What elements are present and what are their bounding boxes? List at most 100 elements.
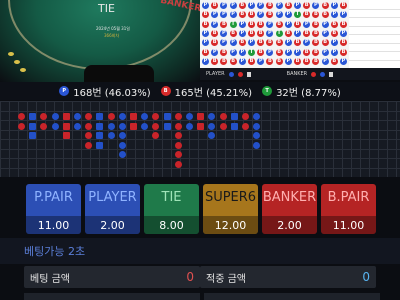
- amount-row: 베팅 금액 0 적중 금액 0: [0, 265, 400, 300]
- grid-line: [0, 110, 400, 112]
- banker-bead: [242, 122, 249, 130]
- stat-player-text: 168번 (46.03%): [73, 87, 151, 99]
- road-cell: P: [312, 2, 320, 9]
- road-cell: B: [238, 2, 246, 9]
- legend-player-dot-icon: [320, 71, 326, 77]
- road-cell: P: [284, 48, 292, 56]
- live-table-view: TIE BANKER 2024년 05월 31일 366회차: [0, 0, 200, 82]
- banker-bead: [85, 141, 93, 149]
- legend-line-icon: [329, 71, 334, 77]
- result-stats-bar: P 168번 (46.03%) B 165번 (45.21%) T 32번 (8…: [0, 82, 400, 100]
- bet-odds: 2.00: [85, 216, 140, 234]
- legend-banker-dot-icon: [237, 71, 243, 77]
- road-cell: B: [330, 20, 338, 28]
- banker-bead: [174, 113, 182, 120]
- road-cell: P: [294, 48, 301, 56]
- hit-amount-field: 적중 금액 0: [200, 266, 376, 288]
- banker-bead: [152, 132, 160, 139]
- road-cell: B: [330, 57, 338, 65]
- hit-amount-value: 0: [362, 270, 370, 284]
- road-cell: P: [257, 57, 265, 65]
- bet-label: BANKER: [262, 190, 317, 205]
- banker-bead: [85, 113, 93, 120]
- banker-bead: [85, 122, 93, 130]
- bet-b-pair-button[interactable]: B.PAIR 11.00: [321, 184, 376, 234]
- player-bead: [74, 113, 81, 120]
- road-cell: P: [211, 11, 219, 19]
- road-cell: B: [211, 29, 219, 37]
- player-bead: [29, 132, 37, 139]
- road-cell: B: [229, 29, 237, 37]
- banker-bead: [174, 151, 182, 158]
- road-cell: B: [248, 57, 255, 65]
- banker-bead: [62, 132, 70, 139]
- road-cell: P: [248, 39, 255, 47]
- road-cell: P: [229, 11, 237, 19]
- player-bead: [51, 122, 59, 130]
- bet-p-pair-button[interactable]: P.PAIR 11.00: [26, 184, 81, 234]
- road-cell: P: [211, 48, 219, 56]
- bottom-panel-right: [204, 293, 380, 300]
- bet-super6-button[interactable]: SUPER6 12.00: [203, 184, 258, 234]
- road-cell: P: [303, 20, 311, 28]
- stat-player: P 168번 (46.03%): [59, 84, 151, 99]
- banker-bead: [107, 113, 115, 120]
- player-bead: [96, 113, 104, 120]
- road-cell: P: [229, 39, 237, 47]
- road-cell: P: [257, 11, 265, 19]
- road-cell: B: [321, 11, 329, 19]
- player-bead: [253, 122, 261, 130]
- player-bead: [141, 113, 149, 120]
- road-side-panel: [349, 0, 400, 68]
- banker-bead: [130, 122, 137, 130]
- banker-bead: [219, 122, 227, 130]
- road-cell: P: [220, 2, 228, 9]
- bet-odds: 11.00: [26, 216, 81, 234]
- player-bead: [253, 132, 261, 139]
- road-cell: B: [229, 57, 237, 65]
- bet-banker-button[interactable]: BANKER 2.00: [262, 184, 317, 234]
- road-cell: P: [211, 20, 219, 28]
- road-cell: P: [238, 57, 246, 65]
- stat-banker: B 165번 (45.21%): [160, 84, 253, 99]
- road-cell: P: [303, 39, 311, 47]
- bet-player-button[interactable]: PLAYER 2.00: [85, 184, 140, 234]
- betting-countdown-text: 베팅가능 2초: [24, 245, 86, 258]
- road-cell: B: [257, 20, 265, 28]
- road-cell: P: [238, 20, 246, 28]
- road-cell: B: [312, 48, 320, 56]
- dealer-silhouette: [84, 65, 154, 82]
- bet-amount-label: 베팅 금액: [30, 273, 70, 285]
- road-cell: P: [284, 57, 292, 65]
- table-date: 2024년 05월 31일: [96, 26, 130, 31]
- road-cell: P: [238, 29, 246, 37]
- bet-label: SUPER6: [204, 190, 257, 205]
- bead-road-grid: PBPPBPPBPBPBPBPBBPPPBBPBPPTBBBPPBPBTPBBP…: [200, 0, 349, 68]
- grid-line: [349, 17, 400, 18]
- road-legend: PLAYER BANKER: [200, 68, 400, 80]
- tie-badge-icon: T: [262, 86, 273, 96]
- banker-bead: [130, 113, 137, 120]
- legend-player-label: PLAYER: [206, 71, 225, 77]
- banker-bead: [62, 113, 70, 120]
- road-cell: B: [257, 48, 265, 56]
- chip-icon: [8, 52, 14, 56]
- baccarat-screen: TIE BANKER 2024년 05월 31일 366회차 PBPPBPPBP…: [0, 0, 400, 300]
- road-cell: B: [312, 11, 320, 19]
- stat-banker-text: 165번 (45.21%): [174, 87, 253, 99]
- road-cell: B: [340, 2, 347, 9]
- bet-tie-button[interactable]: TIE 8.00: [144, 184, 199, 234]
- banker-bead: [242, 113, 249, 120]
- road-cell: P: [266, 29, 274, 37]
- player-bead: [230, 122, 238, 130]
- player-bead: [253, 113, 261, 120]
- road-cell: B: [202, 11, 209, 19]
- grid-line: [349, 25, 400, 27]
- betting-status-bar: 베팅가능 2초: [0, 238, 400, 264]
- road-cell: B: [248, 29, 255, 37]
- bet-amount-field[interactable]: 베팅 금액 0: [24, 266, 200, 288]
- road-cell: P: [202, 57, 209, 65]
- road-cell: B: [211, 2, 219, 9]
- road-cell: P: [340, 29, 347, 37]
- bet-odds: 2.00: [262, 216, 317, 234]
